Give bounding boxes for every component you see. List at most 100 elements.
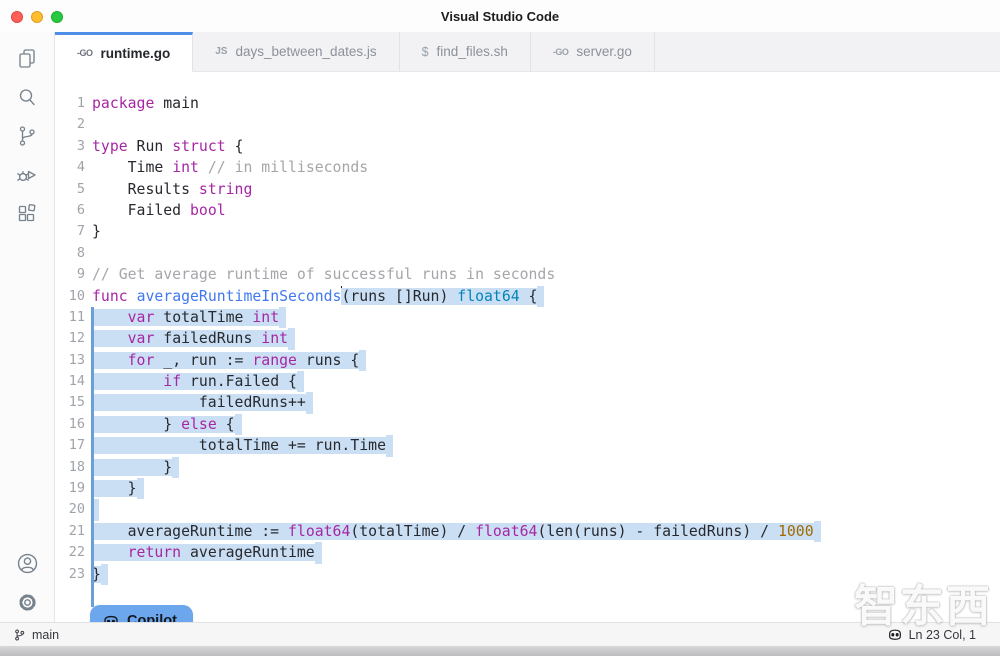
source-control-icon[interactable]: [4, 116, 50, 155]
line-text: failedRuns++: [92, 392, 313, 413]
window-bottom-edge: [0, 646, 1000, 656]
branch-label: main: [32, 628, 59, 642]
line-text: } else {: [92, 414, 242, 435]
line-number[interactable]: 18: [55, 457, 92, 478]
code-line[interactable]: 13 for _, run := range runs {: [55, 350, 1000, 371]
line-text: package main: [92, 93, 199, 114]
branch-icon: [13, 628, 26, 642]
line-number[interactable]: 7: [55, 221, 92, 242]
line-number[interactable]: 11: [55, 307, 92, 328]
line-number[interactable]: 14: [55, 371, 92, 392]
line-col-label: Ln 23 Col, 1: [909, 628, 976, 642]
line-number[interactable]: 12: [55, 328, 92, 349]
line-number[interactable]: 6: [55, 200, 92, 221]
code-line[interactable]: 7}: [55, 221, 1000, 242]
line-number[interactable]: 23: [55, 564, 92, 585]
code-line[interactable]: 19 }: [55, 478, 1000, 499]
go-file-icon: -GO: [77, 48, 93, 58]
code-line[interactable]: 14 if run.Failed {: [55, 371, 1000, 392]
code-line[interactable]: 18 }: [55, 457, 1000, 478]
line-number[interactable]: 22: [55, 542, 92, 563]
line-text: }: [92, 457, 179, 478]
sh-file-icon: $: [422, 45, 429, 59]
line-text: var totalTime int: [92, 307, 286, 328]
code-lines: 1package main23type Run struct {4 Time i…: [55, 93, 1000, 585]
code-line[interactable]: 1package main: [55, 93, 1000, 114]
line-text: Results string: [92, 179, 252, 200]
code-line[interactable]: 9// Get average runtime of successful ru…: [55, 264, 1000, 285]
tab-bar: -GO runtime.go JSdays_between_dates.js $ fin…: [55, 32, 1000, 72]
code-line[interactable]: 8: [55, 243, 1000, 264]
explorer-icon[interactable]: [4, 38, 50, 77]
line-number[interactable]: 15: [55, 392, 92, 413]
line-number[interactable]: 13: [55, 350, 92, 371]
code-line[interactable]: 2: [55, 114, 1000, 135]
copilot-status-icon: [887, 627, 903, 643]
line-text: averageRuntime := float64(totalTime) / f…: [92, 521, 821, 542]
line-number[interactable]: 8: [55, 243, 92, 264]
line-text: // Get average runtime of successful run…: [92, 264, 555, 285]
code-line[interactable]: 15 failedRuns++: [55, 392, 1000, 413]
line-number[interactable]: 5: [55, 179, 92, 200]
line-number[interactable]: 1: [55, 93, 92, 114]
code-line[interactable]: 16 } else {: [55, 414, 1000, 435]
vscode-window: Visual Studio Code: [0, 0, 1000, 656]
line-text: for _, run := range runs {: [92, 350, 366, 371]
branch-indicator[interactable]: main: [13, 628, 59, 642]
tab-runtime-go[interactable]: -GO runtime.go: [55, 32, 193, 72]
line-text: type Run struct {: [92, 136, 243, 157]
tab-days-between-dates-js[interactable]: JSdays_between_dates.js: [193, 32, 399, 71]
code-line[interactable]: 23}: [55, 564, 1000, 585]
tab-find-files-sh[interactable]: $ find_files.sh: [400, 32, 531, 71]
code-line[interactable]: 10func averageRuntimeInSeconds(runs []Ru…: [55, 286, 1000, 307]
account-icon[interactable]: [4, 544, 50, 583]
code-line[interactable]: 3type Run struct {: [55, 136, 1000, 157]
line-number[interactable]: 2: [55, 114, 92, 135]
tab-label: find_files.sh: [437, 44, 508, 59]
line-text: return averageRuntime: [92, 542, 322, 563]
settings-gear-icon[interactable]: [4, 583, 50, 622]
status-bar: main Ln 23 Col, 1: [0, 622, 1000, 646]
line-number[interactable]: 10: [55, 286, 92, 307]
code-line[interactable]: 21 averageRuntime := float64(totalTime) …: [55, 521, 1000, 542]
line-number[interactable]: 17: [55, 435, 92, 456]
tab-label: days_between_dates.js: [235, 44, 376, 59]
editor[interactable]: 1package main23type Run struct {4 Time i…: [55, 72, 1000, 622]
line-text: Time int // in milliseconds: [92, 157, 368, 178]
code-line[interactable]: 12 var failedRuns int: [55, 328, 1000, 349]
title-bar: Visual Studio Code: [0, 0, 1000, 32]
extensions-icon[interactable]: [4, 194, 50, 233]
minimize-window-button[interactable]: [31, 11, 43, 23]
close-window-button[interactable]: [11, 11, 23, 23]
line-number[interactable]: 4: [55, 157, 92, 178]
copilot-button[interactable]: Copilot: [90, 605, 193, 622]
line-number[interactable]: 19: [55, 478, 92, 499]
line-text: func averageRuntimeInSeconds(runs []Run)…: [92, 286, 544, 307]
code-line[interactable]: 20: [55, 499, 1000, 520]
copilot-icon: [102, 613, 120, 622]
code-line[interactable]: 22 return averageRuntime: [55, 542, 1000, 563]
activity-bar: [0, 32, 55, 622]
line-number[interactable]: 20: [55, 499, 92, 520]
code-line[interactable]: 17 totalTime += run.Time: [55, 435, 1000, 456]
selection-guide: [91, 307, 94, 607]
search-icon[interactable]: [4, 77, 50, 116]
line-number[interactable]: 16: [55, 414, 92, 435]
line-number[interactable]: 21: [55, 521, 92, 542]
cursor-position[interactable]: Ln 23 Col, 1: [887, 627, 976, 643]
tab-label: runtime.go: [101, 46, 171, 61]
line-number[interactable]: 9: [55, 264, 92, 285]
copilot-label: Copilot: [127, 611, 177, 622]
line-text: Failed bool: [92, 200, 226, 221]
line-number[interactable]: 3: [55, 136, 92, 157]
traffic-lights: [11, 11, 63, 23]
code-line[interactable]: 6 Failed bool: [55, 200, 1000, 221]
code-line[interactable]: 11 var totalTime int: [55, 307, 1000, 328]
code-line[interactable]: 4 Time int // in milliseconds: [55, 157, 1000, 178]
window-title: Visual Studio Code: [441, 9, 559, 24]
code-line[interactable]: 5 Results string: [55, 179, 1000, 200]
tab-server-go[interactable]: -GOserver.go: [531, 32, 655, 71]
zoom-window-button[interactable]: [51, 11, 63, 23]
tab-label: server.go: [576, 44, 632, 59]
run-and-debug-icon[interactable]: [4, 155, 50, 194]
